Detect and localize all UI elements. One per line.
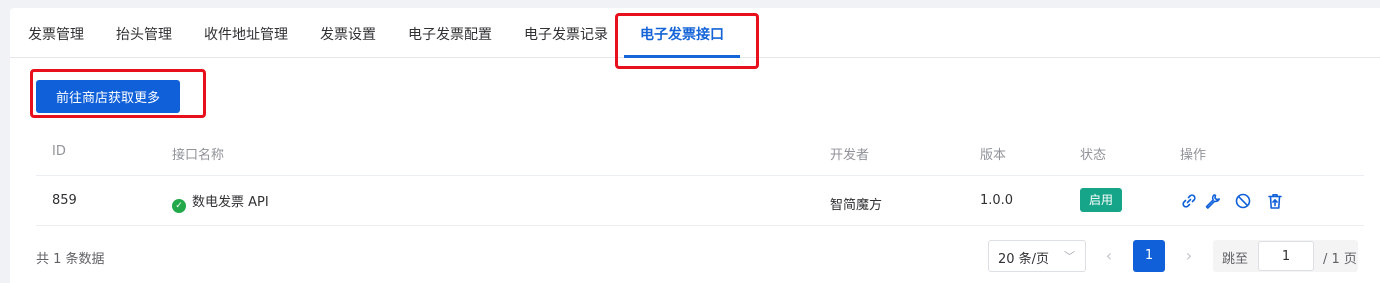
active-tab-indicator <box>624 55 740 58</box>
jump-page-input[interactable] <box>1258 241 1314 271</box>
next-page-button[interactable]: › <box>1174 240 1204 272</box>
current-page-button[interactable]: 1 <box>1133 240 1165 272</box>
wrench-icon[interactable] <box>1203 192 1221 210</box>
tab-e-invoice-config[interactable]: 电子发票配置 <box>408 24 492 44</box>
total-count: 共 1 条数据 <box>36 252 105 267</box>
chevron-down-icon: ﹀ <box>1064 250 1075 263</box>
tab-shipping-address-management[interactable]: 收件地址管理 <box>204 24 288 44</box>
tab-e-invoice-records[interactable]: 电子发票记录 <box>524 24 608 44</box>
table-header-divider <box>36 175 1364 176</box>
page-size-select[interactable]: 20 条/页 ﹀ <box>988 240 1086 272</box>
disable-icon[interactable] <box>1234 192 1252 210</box>
cell-id: 859 <box>52 193 77 208</box>
tab-bar: 发票管理 抬头管理 收件地址管理 发票设置 电子发票配置 电子发票记录 电子发票… <box>10 8 1380 58</box>
total-pages: / 1 页 <box>1323 252 1357 267</box>
go-to-store-button[interactable]: 前往商店获取更多 <box>36 80 180 113</box>
cell-developer: 智简魔方 <box>830 198 883 213</box>
cell-version: 1.0.0 <box>980 193 1014 208</box>
link-icon[interactable] <box>1180 192 1198 210</box>
column-header-name: 接口名称 <box>172 148 225 163</box>
page-jumper: 跳至 / 1 页 <box>1213 240 1358 272</box>
column-header-developer: 开发者 <box>830 148 870 163</box>
delete-icon[interactable] <box>1266 192 1284 210</box>
interface-name: 数电发票 API <box>192 195 269 210</box>
check-circle-icon: ✓ <box>172 199 186 213</box>
jump-label: 跳至 <box>1222 252 1249 267</box>
column-header-actions: 操作 <box>1180 148 1207 163</box>
page-size-value: 20 条/页 <box>998 252 1050 267</box>
main-panel: 发票管理 抬头管理 收件地址管理 发票设置 电子发票配置 电子发票记录 电子发票… <box>10 8 1380 283</box>
status-badge: 启用 <box>1080 188 1122 212</box>
table-row-divider <box>36 225 1364 226</box>
tab-invoice-title-management[interactable]: 抬头管理 <box>116 24 172 44</box>
tab-invoice-management[interactable]: 发票管理 <box>28 24 84 44</box>
prev-page-button[interactable]: ‹ <box>1094 240 1124 272</box>
column-header-status: 状态 <box>1080 148 1107 163</box>
column-header-id: ID <box>52 144 66 159</box>
cell-name: ✓ 数电发票 API <box>172 191 269 213</box>
tab-invoice-settings[interactable]: 发票设置 <box>320 24 376 44</box>
column-header-version: 版本 <box>980 148 1007 163</box>
tab-e-invoice-api[interactable]: 电子发票接口 <box>640 24 724 44</box>
